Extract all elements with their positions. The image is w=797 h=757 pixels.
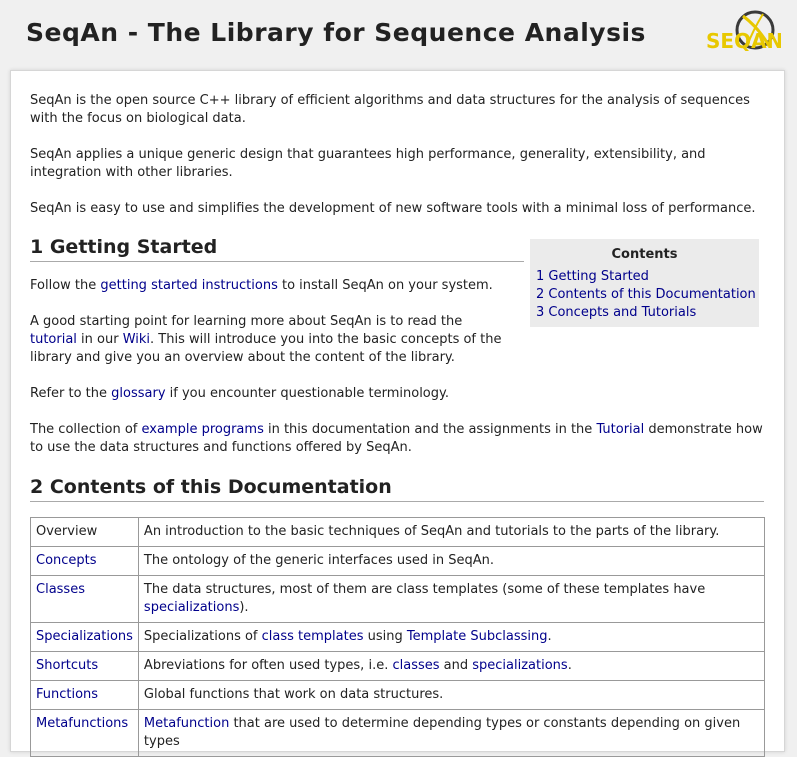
tutorial-link-2[interactable]: Tutorial (596, 422, 644, 437)
gs-p1-text-b: to install SeqAn on your system. (277, 278, 493, 293)
row-desc-text: using (363, 629, 407, 644)
row-desc-text: . (567, 658, 572, 673)
row-desc: Specializations of class templates using… (137, 622, 766, 652)
table-row: Overview An introduction to the basic te… (30, 517, 766, 547)
main-content: SeqAn is the open source C++ library of … (10, 70, 785, 757)
row-link-metafunctions[interactable]: Metafunctions (30, 709, 139, 757)
gs-p4-text-b: in this documentation and the assignment… (263, 422, 597, 437)
row-desc-text: . (547, 629, 552, 644)
gs-p2-text-a: A good starting point for learning more … (30, 314, 463, 329)
row-link-specializations[interactable]: Specializations (30, 622, 139, 652)
row-desc-text: ). (239, 600, 249, 615)
table-row: Shortcuts Abreviations for often used ty… (30, 651, 766, 681)
gs-p1-text-a: Follow the (30, 278, 101, 293)
row-desc: Metafunction that are used to determine … (137, 709, 766, 757)
gs-p3-text-b: if you encounter questionable terminolog… (165, 386, 449, 401)
tutorial-link[interactable]: tutorial (30, 332, 77, 347)
example-programs-link[interactable]: example programs (141, 422, 263, 437)
row-link-functions[interactable]: Functions (30, 680, 139, 710)
row-desc: The ontology of the generic interfaces u… (137, 546, 766, 576)
gs-paragraph-1: Follow the getting started instructions … (30, 277, 510, 295)
heading-contents: 2 Contents of this Documentation (30, 476, 764, 502)
row-desc-text: The data structures, most of them are cl… (143, 582, 706, 597)
site-title: SeqAn - The Library for Sequence Analysi… (26, 18, 646, 47)
gs-p3-text-a: Refer to the (30, 386, 112, 401)
logo-text: SEQAN (706, 29, 781, 53)
contents-table: Overview An introduction to the basic te… (30, 517, 766, 757)
gs-paragraph-4: The collection of example programs in th… (30, 421, 768, 457)
table-of-contents: Contents 1 Getting Started 2 Contents of… (530, 239, 759, 327)
gs-paragraph-3: Refer to the glossary if you encounter q… (30, 385, 510, 403)
row-link-classes[interactable]: Classes (30, 575, 139, 623)
getting-started-link[interactable]: getting started instructions (100, 278, 277, 293)
row-desc: Abreviations for often used types, i.e. … (137, 651, 766, 681)
intro-paragraph-2: SeqAn applies a unique generic design th… (30, 147, 706, 180)
row-desc: The data structures, most of them are cl… (137, 575, 766, 623)
row-desc-text: Specializations of (143, 629, 262, 644)
gs-p2-text-b: in our (76, 332, 123, 347)
row-desc: Global functions that work on data struc… (137, 680, 766, 710)
toc-item-getting-started[interactable]: 1 Getting Started (530, 268, 759, 286)
seqan-logo[interactable]: SEQAN (703, 8, 781, 60)
gs-p4-text-a: The collection of (30, 422, 142, 437)
table-row: Specializations Specializations of class… (30, 622, 766, 652)
gs-paragraph-2: A good starting point for learning more … (30, 313, 508, 367)
template-subclassing-link[interactable]: Template Subclassing (407, 629, 548, 644)
row-desc: An introduction to the basic techniques … (137, 517, 766, 547)
toc-title: Contents (611, 247, 678, 262)
specializations-link-2[interactable]: specializations (472, 658, 567, 673)
row-desc-text: Abreviations for often used types, i.e. (143, 658, 393, 673)
row-link-concepts[interactable]: Concepts (30, 546, 139, 576)
table-row: Concepts The ontology of the generic int… (30, 546, 766, 576)
table-row: Metafunctions Metafunction that are used… (30, 709, 766, 757)
row-desc-text: that are used to determine depending typ… (143, 716, 741, 749)
toc-item-contents[interactable]: 2 Contents of this Documentation (530, 286, 759, 304)
table-row: Classes The data structures, most of the… (30, 575, 766, 623)
wiki-link[interactable]: Wiki (123, 332, 150, 347)
toc-item-concepts[interactable]: 3 Concepts and Tutorials (530, 304, 759, 322)
heading-getting-started: 1 Getting Started (30, 236, 524, 262)
page-header: SeqAn - The Library for Sequence Analysi… (0, 0, 797, 70)
intro-paragraph-1: SeqAn is the open source C++ library of … (30, 93, 750, 126)
intro-paragraph-3: SeqAn is easy to use and simplifies the … (30, 201, 756, 216)
row-link-shortcuts[interactable]: Shortcuts (30, 651, 139, 681)
class-templates-link[interactable]: class templates (262, 629, 364, 644)
metafunction-link[interactable]: Metafunction (144, 716, 229, 731)
row-desc-text: and (439, 658, 473, 673)
glossary-link[interactable]: glossary (111, 386, 165, 401)
classes-link[interactable]: classes (392, 658, 439, 673)
row-name-overview: Overview (30, 517, 139, 547)
table-row: Functions Global functions that work on … (30, 680, 766, 710)
specializations-link[interactable]: specializations (144, 600, 239, 615)
